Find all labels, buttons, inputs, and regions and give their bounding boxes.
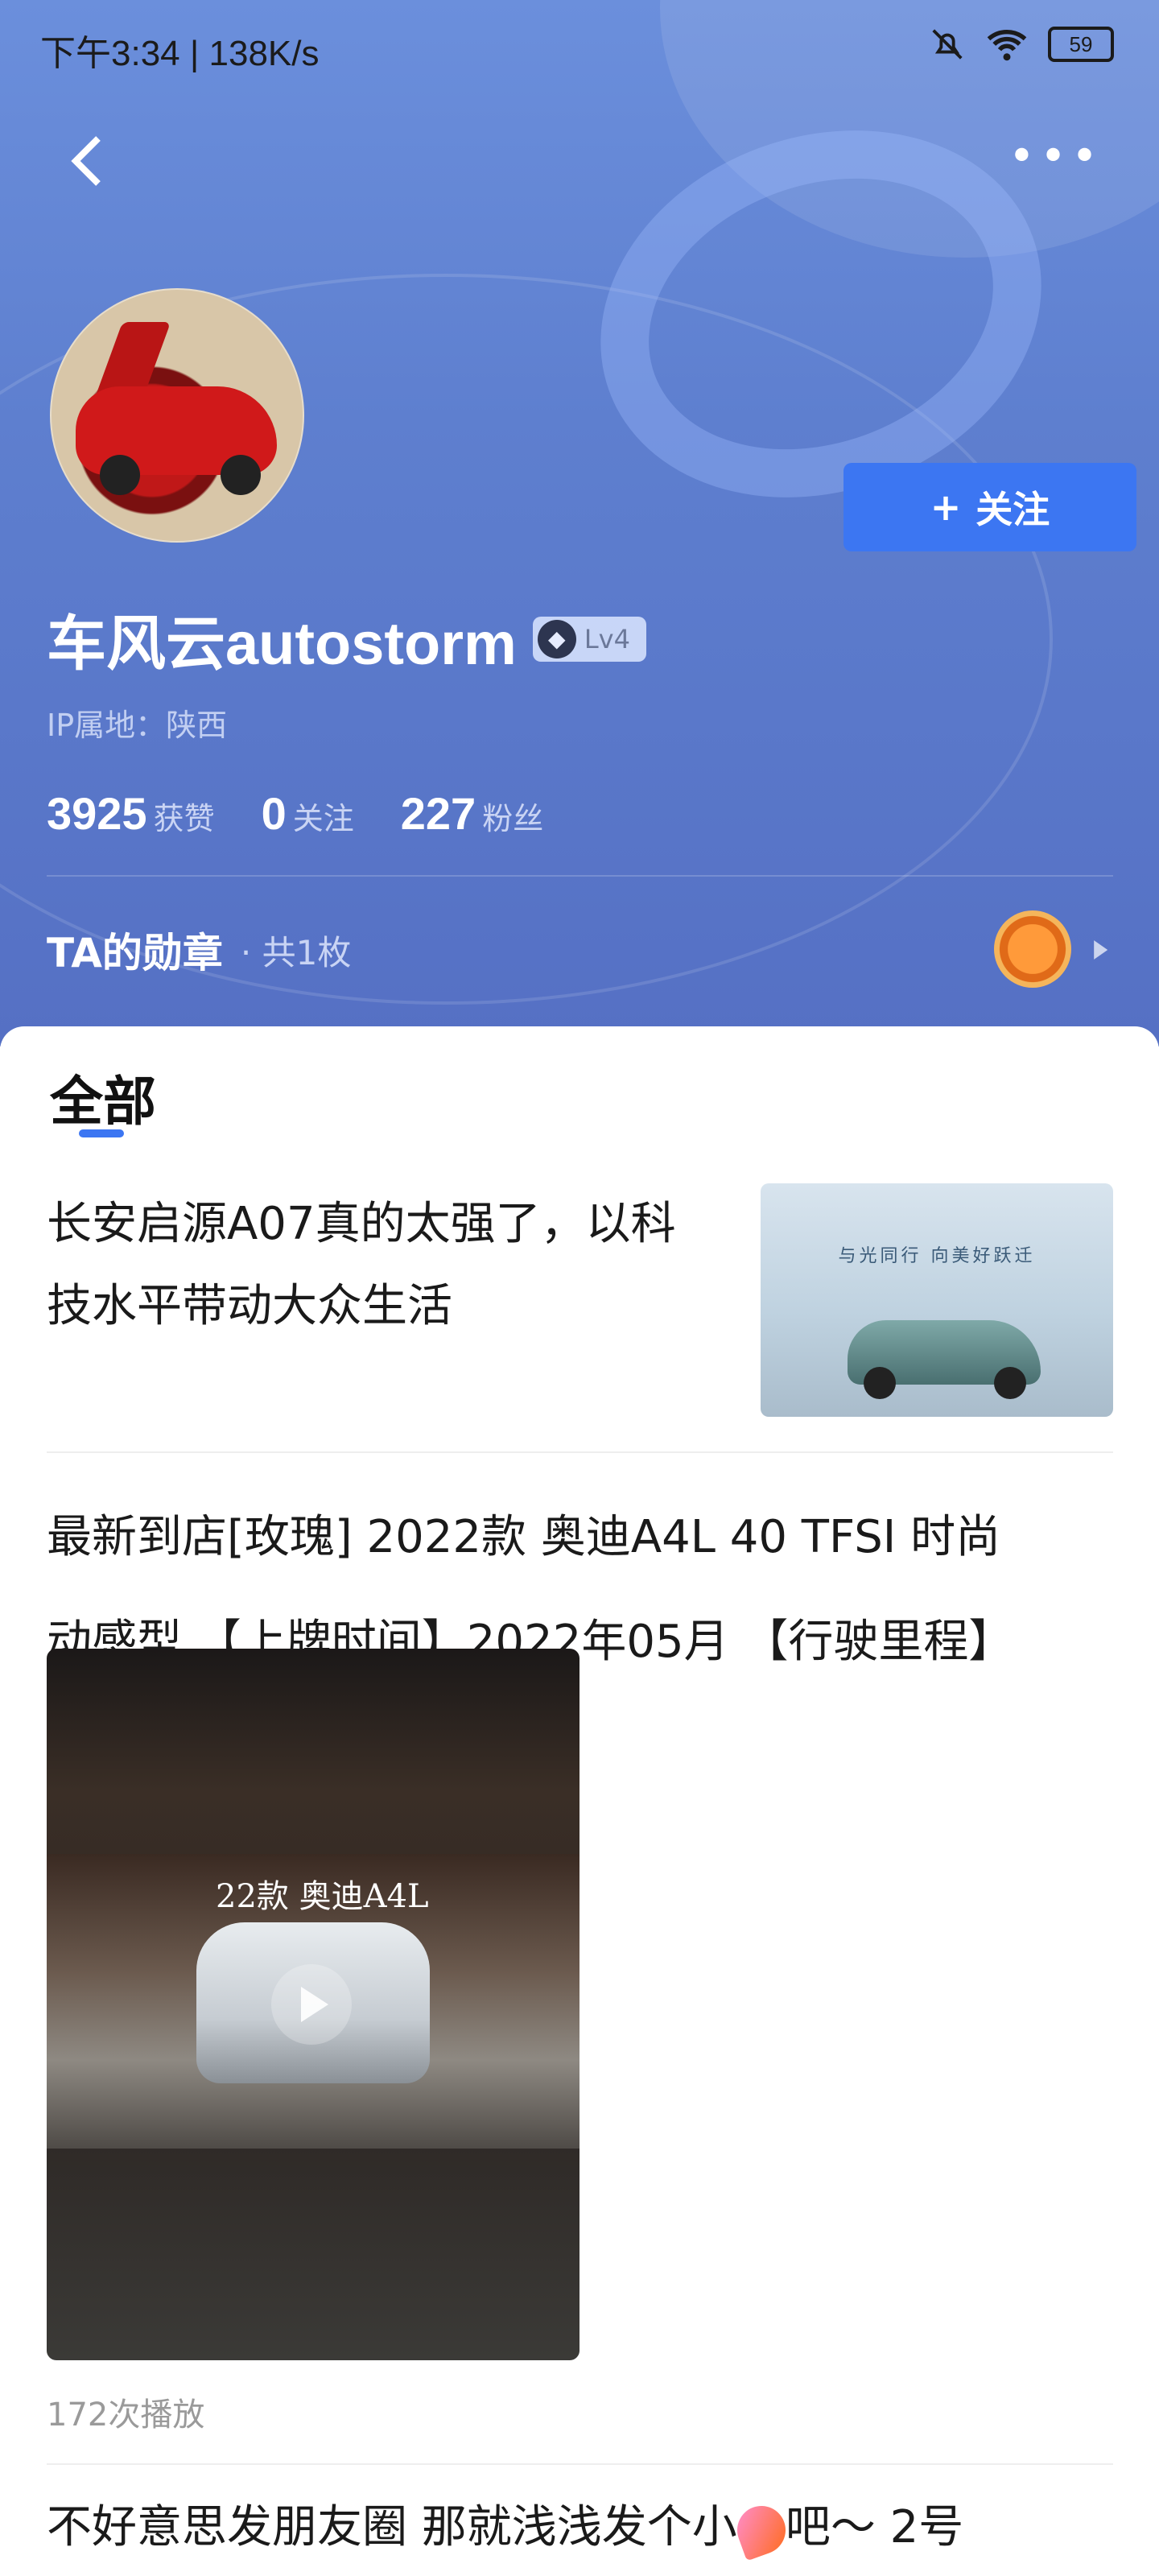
tab-all[interactable]: 全部 bbox=[50, 1059, 156, 1136]
post-title-text: 吧～ 2号 bbox=[785, 2501, 964, 2553]
bell-muted-icon bbox=[932, 29, 963, 60]
ip-location: IP属地：陕西 bbox=[47, 708, 228, 743]
follow-label: 关注 bbox=[975, 488, 1050, 531]
thumbnail-slogan: 与光同行 向美好跃迁 bbox=[838, 1246, 1036, 1266]
post-title[interactable]: 不好意思发朋友圈 那就浅浅发个小 吧～ 2号 bbox=[47, 2496, 1117, 2560]
medal-row[interactable]: TA的勋章 · 共1枚 bbox=[47, 910, 1113, 988]
profile-header: 下午3:34 | 138K/s 59 ••• + 关注 车风云autostorm… bbox=[0, 0, 1159, 1046]
post-title: 长安启源A07真的太强了，以科技水平带动大众生活 bbox=[47, 1198, 676, 1332]
level-label: Lv4 bbox=[584, 623, 630, 654]
follow-button[interactable]: + 关注 bbox=[843, 463, 1136, 551]
diamond-icon: ◆ bbox=[537, 619, 576, 658]
sweet-potato-emoji bbox=[730, 2499, 793, 2560]
thumbnail-wheel bbox=[864, 1367, 896, 1399]
play-icon[interactable] bbox=[271, 1964, 352, 2045]
divider bbox=[47, 1451, 1113, 1453]
medal-count: · 共1枚 bbox=[240, 932, 352, 972]
play-triangle bbox=[301, 1987, 328, 2022]
avatar[interactable] bbox=[50, 288, 304, 543]
video-overlay-text: 22款 奥迪A4L bbox=[216, 1878, 429, 1915]
content-panel: 全部 长安启源A07真的太强了，以科技水平带动大众生活 与光同行 向美好跃迁 最… bbox=[0, 1026, 1159, 2576]
plus-icon: + bbox=[930, 485, 962, 529]
medal-icon bbox=[994, 910, 1071, 988]
battery-icon: 59 bbox=[1048, 27, 1114, 62]
play-count: 172次播放 bbox=[47, 2396, 205, 2434]
stat-label: 粉丝 bbox=[482, 801, 544, 836]
video-player[interactable]: 22款 奥迪A4L bbox=[47, 1649, 580, 2360]
post-title-line: 最新到店[玫瑰] 2022款 奥迪A4L 40 TFSI 时尚 bbox=[47, 1511, 1001, 1563]
medal-title: TA的勋章 bbox=[47, 930, 223, 976]
stat-label: 获赞 bbox=[153, 801, 215, 836]
level-badge[interactable]: ◆ Lv4 bbox=[532, 616, 646, 662]
tab-indicator bbox=[79, 1129, 124, 1137]
status-bar: 下午3:34 | 138K/s 59 bbox=[0, 0, 1159, 97]
stat-number: 227 bbox=[400, 788, 476, 839]
stats-row: 3925 获赞 0 关注 227 粉丝 bbox=[47, 787, 543, 840]
top-nav: ••• bbox=[0, 121, 1159, 201]
stat-label: 关注 bbox=[292, 801, 354, 836]
divider bbox=[47, 875, 1113, 877]
name-row: 车风云autostorm ◆ Lv4 bbox=[47, 596, 646, 682]
post-thumbnail: 与光同行 向美好跃迁 bbox=[761, 1183, 1113, 1417]
stat-following[interactable]: 0 关注 bbox=[262, 787, 354, 840]
stat-number: 3925 bbox=[47, 788, 147, 839]
list-item[interactable]: 长安启源A07真的太强了，以科技水平带动大众生活 与光同行 向美好跃迁 bbox=[47, 1183, 1113, 1417]
wifi-icon bbox=[987, 30, 1027, 61]
avatar-wheel bbox=[100, 455, 140, 495]
avatar-wheel bbox=[221, 455, 261, 495]
status-time: 下午3:34 | 138K/s bbox=[40, 34, 320, 73]
stat-likes: 3925 获赞 bbox=[47, 787, 215, 840]
more-icon[interactable]: ••• bbox=[1008, 134, 1103, 180]
thumbnail-wheel bbox=[994, 1367, 1026, 1399]
chevron-right-icon bbox=[1094, 940, 1108, 960]
stat-followers[interactable]: 227 粉丝 bbox=[401, 787, 543, 840]
post-title-text: 不好意思发朋友圈 那就浅浅发个小 bbox=[47, 2501, 737, 2553]
status-icons: 59 bbox=[929, 26, 1114, 63]
divider bbox=[47, 2463, 1113, 2465]
back-icon[interactable] bbox=[56, 129, 121, 193]
profile-name: 车风云autostorm bbox=[47, 610, 517, 677]
stat-number: 0 bbox=[261, 788, 287, 839]
